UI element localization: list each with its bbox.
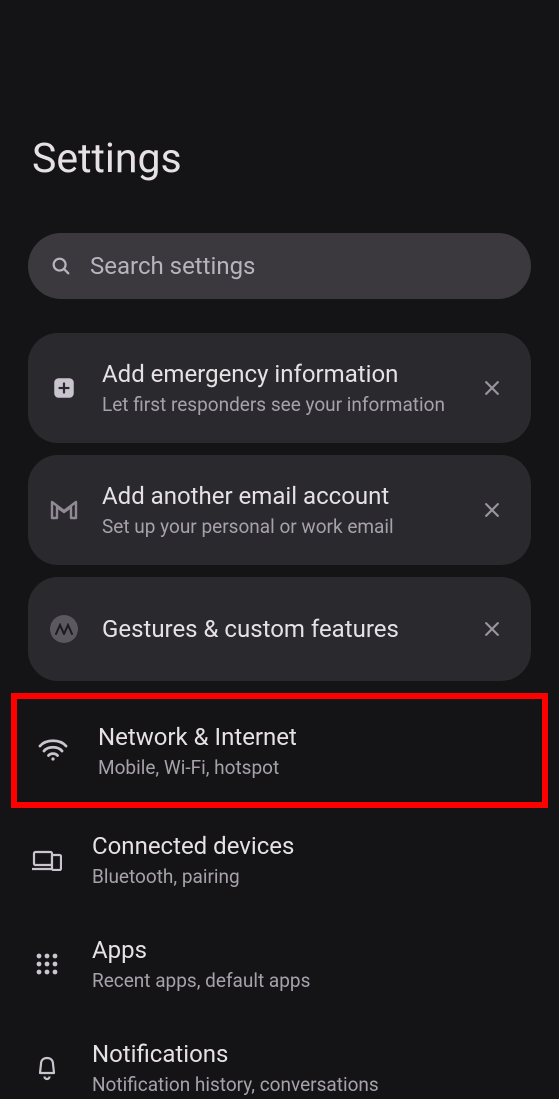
bell-icon (32, 1053, 62, 1083)
apps-grid-icon (32, 949, 62, 979)
card-title: Add another email account (102, 481, 457, 511)
card-add-emergency-info[interactable]: Add emergency information Let first resp… (28, 333, 531, 443)
menu-connected-devices[interactable]: Connected devices Bluetooth, pairing (0, 808, 559, 912)
devices-icon (32, 845, 62, 875)
page-title: Settings (0, 0, 559, 233)
close-icon[interactable] (479, 616, 505, 642)
menu-item-title: Network & Internet (98, 722, 527, 752)
menu-item-subtitle: Notification history, conversations (92, 1073, 533, 1097)
menu-network-internet[interactable]: Network & Internet Mobile, Wi-Fi, hotspo… (11, 693, 548, 809)
card-subtitle: Set up your personal or work email (102, 515, 457, 539)
gmail-icon (48, 494, 80, 526)
card-title: Gestures & custom features (102, 614, 457, 644)
menu-apps[interactable]: Apps Recent apps, default apps (0, 912, 559, 1016)
menu-item-title: Connected devices (92, 831, 533, 861)
menu-item-subtitle: Mobile, Wi-Fi, hotspot (98, 756, 527, 780)
close-icon[interactable] (479, 497, 505, 523)
search-icon (50, 255, 72, 277)
menu-item-title: Apps (92, 935, 533, 965)
close-icon[interactable] (479, 375, 505, 401)
menu-item-title: Notifications (92, 1039, 533, 1069)
card-title: Add emergency information (102, 359, 457, 389)
wifi-icon (38, 735, 68, 765)
card-gestures-features[interactable]: Gestures & custom features (28, 577, 531, 681)
menu-item-subtitle: Recent apps, default apps (92, 969, 533, 993)
menu-notifications[interactable]: Notifications Notification history, conv… (0, 1016, 559, 1099)
plus-box-icon (48, 372, 80, 404)
search-input[interactable]: Search settings (28, 233, 531, 299)
menu-item-subtitle: Bluetooth, pairing (92, 865, 533, 889)
search-placeholder: Search settings (90, 252, 255, 280)
card-subtitle: Let first responders see your informatio… (102, 393, 457, 417)
moto-icon (48, 613, 80, 645)
card-add-email-account[interactable]: Add another email account Set up your pe… (28, 455, 531, 565)
